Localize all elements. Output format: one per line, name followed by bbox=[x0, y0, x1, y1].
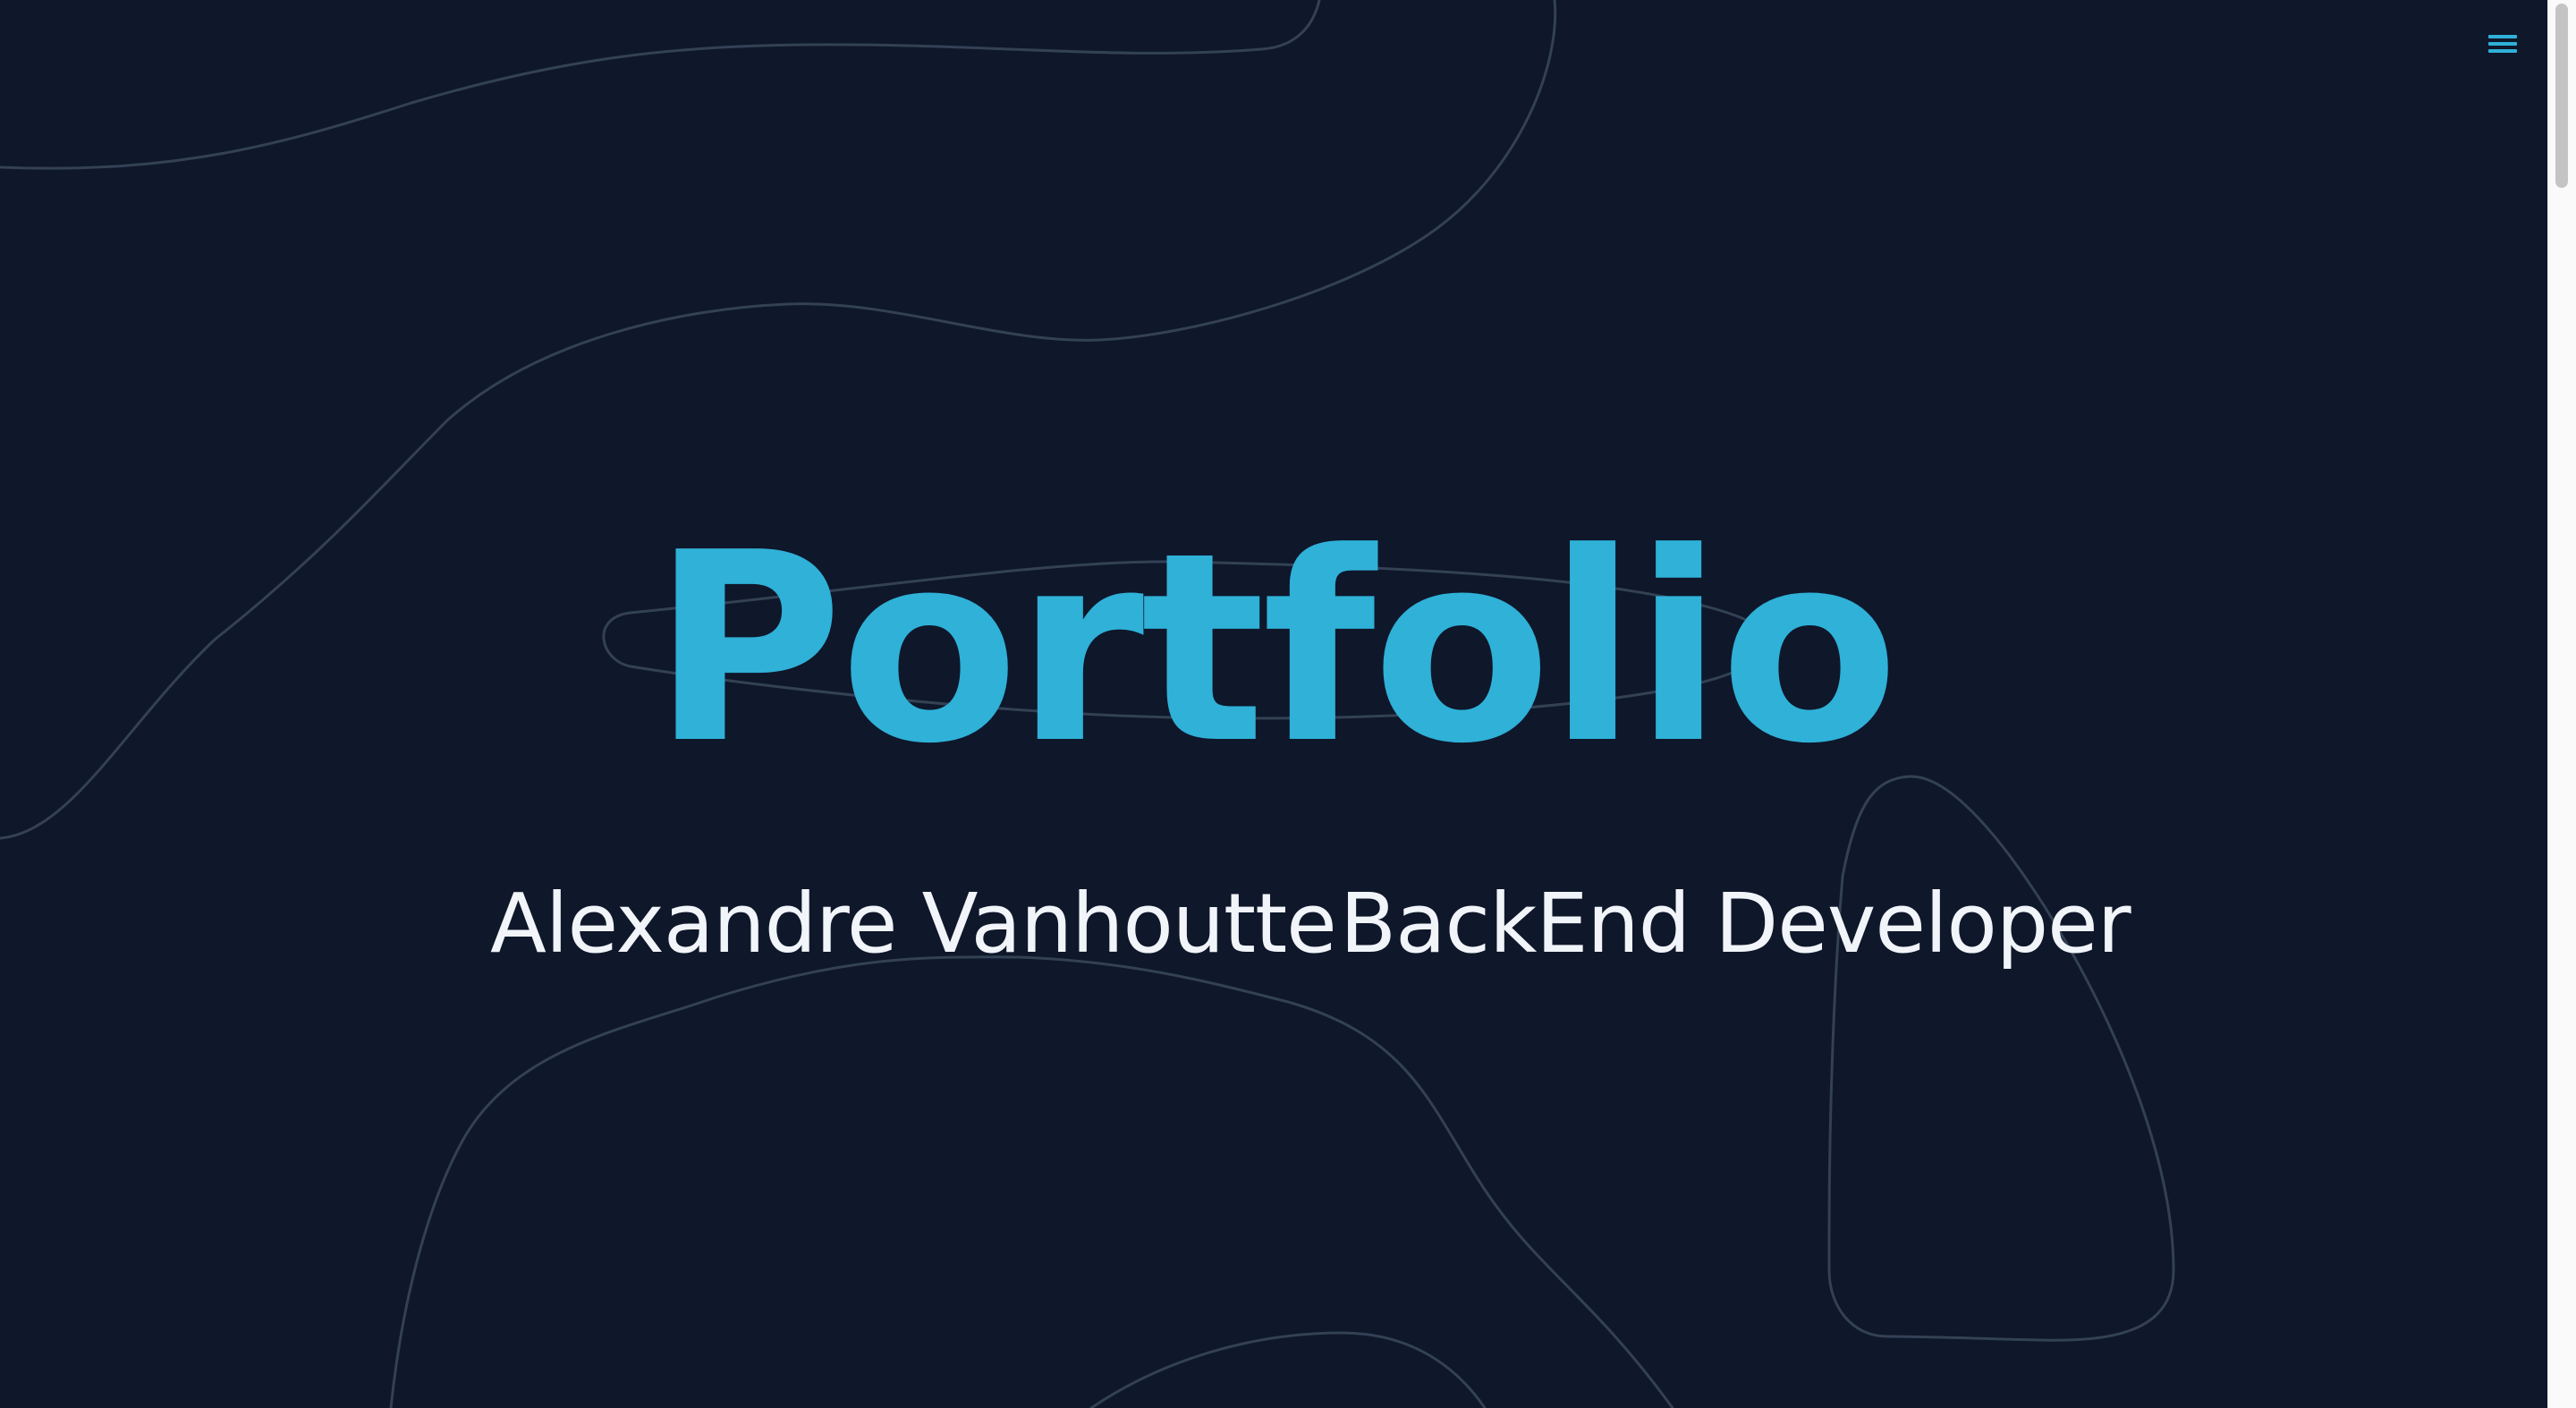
hero-section: Portfolio Alexandre Vanhoutte BackEnd De… bbox=[0, 0, 2547, 1408]
contour-line-lower-blob bbox=[389, 955, 1674, 1408]
menu-button[interactable] bbox=[2483, 29, 2522, 59]
contour-line-bottom-arc bbox=[1089, 1331, 1487, 1408]
developer-role: BackEnd Developer bbox=[1340, 876, 2131, 971]
contour-line-right-teardrop bbox=[1827, 775, 2175, 1342]
developer-name: Alexandre Vanhoutte bbox=[490, 876, 1337, 971]
contour-line-top bbox=[0, 0, 1321, 170]
scrollbar-thumb[interactable] bbox=[2555, 4, 2568, 188]
hamburger-menu-icon bbox=[2488, 35, 2517, 53]
page-scrollbar[interactable] bbox=[2547, 0, 2576, 1408]
portfolio-title: Portfolio bbox=[651, 496, 1900, 801]
